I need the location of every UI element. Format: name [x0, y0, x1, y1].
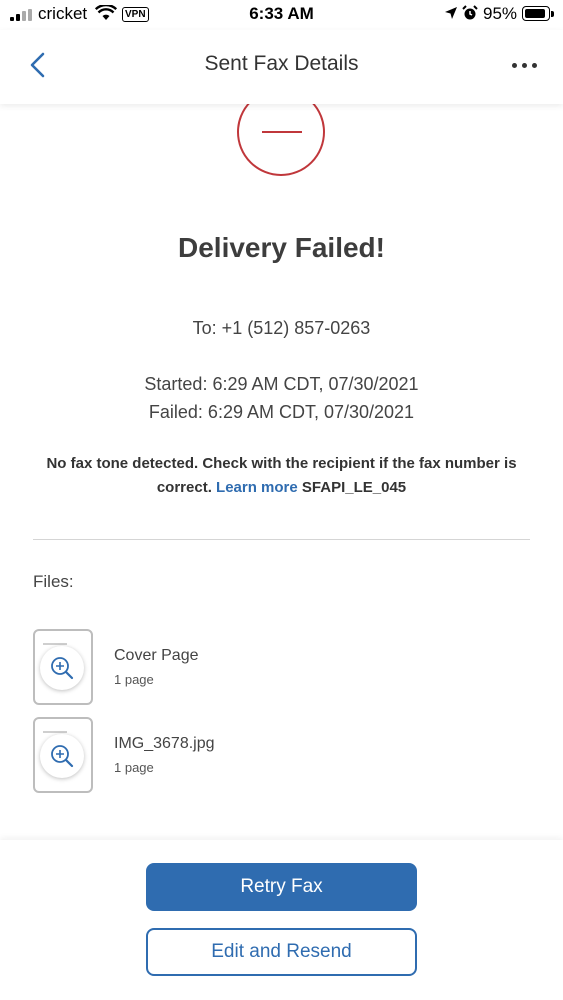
- error-code: SFAPI_LE_045: [301, 479, 407, 496]
- file-thumbnail[interactable]: [33, 717, 93, 793]
- learn-more-link[interactable]: Learn more: [216, 479, 298, 496]
- file-name: Cover Page: [114, 647, 199, 664]
- file-thumbnail[interactable]: [33, 629, 93, 705]
- started-time: Started: 6:29 AM CDT, 07/30/2021: [144, 374, 419, 394]
- status-bar: cricket VPN 6:33 AM 95%: [0, 0, 563, 30]
- action-footer: Retry Fax Edit and Resend: [0, 840, 563, 1000]
- retry-fax-button[interactable]: Retry Fax: [146, 863, 417, 911]
- file-page-count: 1 page: [114, 760, 154, 775]
- battery-icon: [522, 6, 554, 21]
- battery-percentage: 95%: [483, 4, 518, 23]
- edit-and-resend-button[interactable]: Edit and Resend: [146, 928, 417, 976]
- file-name: IMG_3678.jpg: [114, 735, 215, 752]
- zoom-in-icon: [40, 734, 84, 778]
- divider: [33, 539, 530, 540]
- page-title: Sent Fax Details: [204, 52, 359, 75]
- failed-time: Failed: 6:29 AM CDT, 07/30/2021: [148, 402, 415, 422]
- error-message: No fax tone detected. Check with the rec…: [40, 452, 523, 500]
- file-item[interactable]: IMG_3678.jpg 1 page: [33, 717, 433, 793]
- more-options-button[interactable]: [512, 55, 542, 75]
- file-page-count: 1 page: [114, 672, 154, 687]
- zoom-in-icon: [40, 646, 84, 690]
- clock: 6:33 AM: [249, 4, 314, 23]
- file-item[interactable]: Cover Page 1 page: [33, 629, 433, 705]
- location-arrow-icon: [444, 6, 458, 25]
- recipient-number: To: +1 (512) 857-0263: [192, 318, 371, 338]
- navigation-bar: Sent Fax Details: [0, 30, 563, 104]
- alarm-icon: [462, 5, 478, 26]
- more-horizontal-icon: [512, 63, 517, 68]
- files-label: Files:: [33, 572, 74, 591]
- status-heading: Delivery Failed!: [178, 232, 385, 263]
